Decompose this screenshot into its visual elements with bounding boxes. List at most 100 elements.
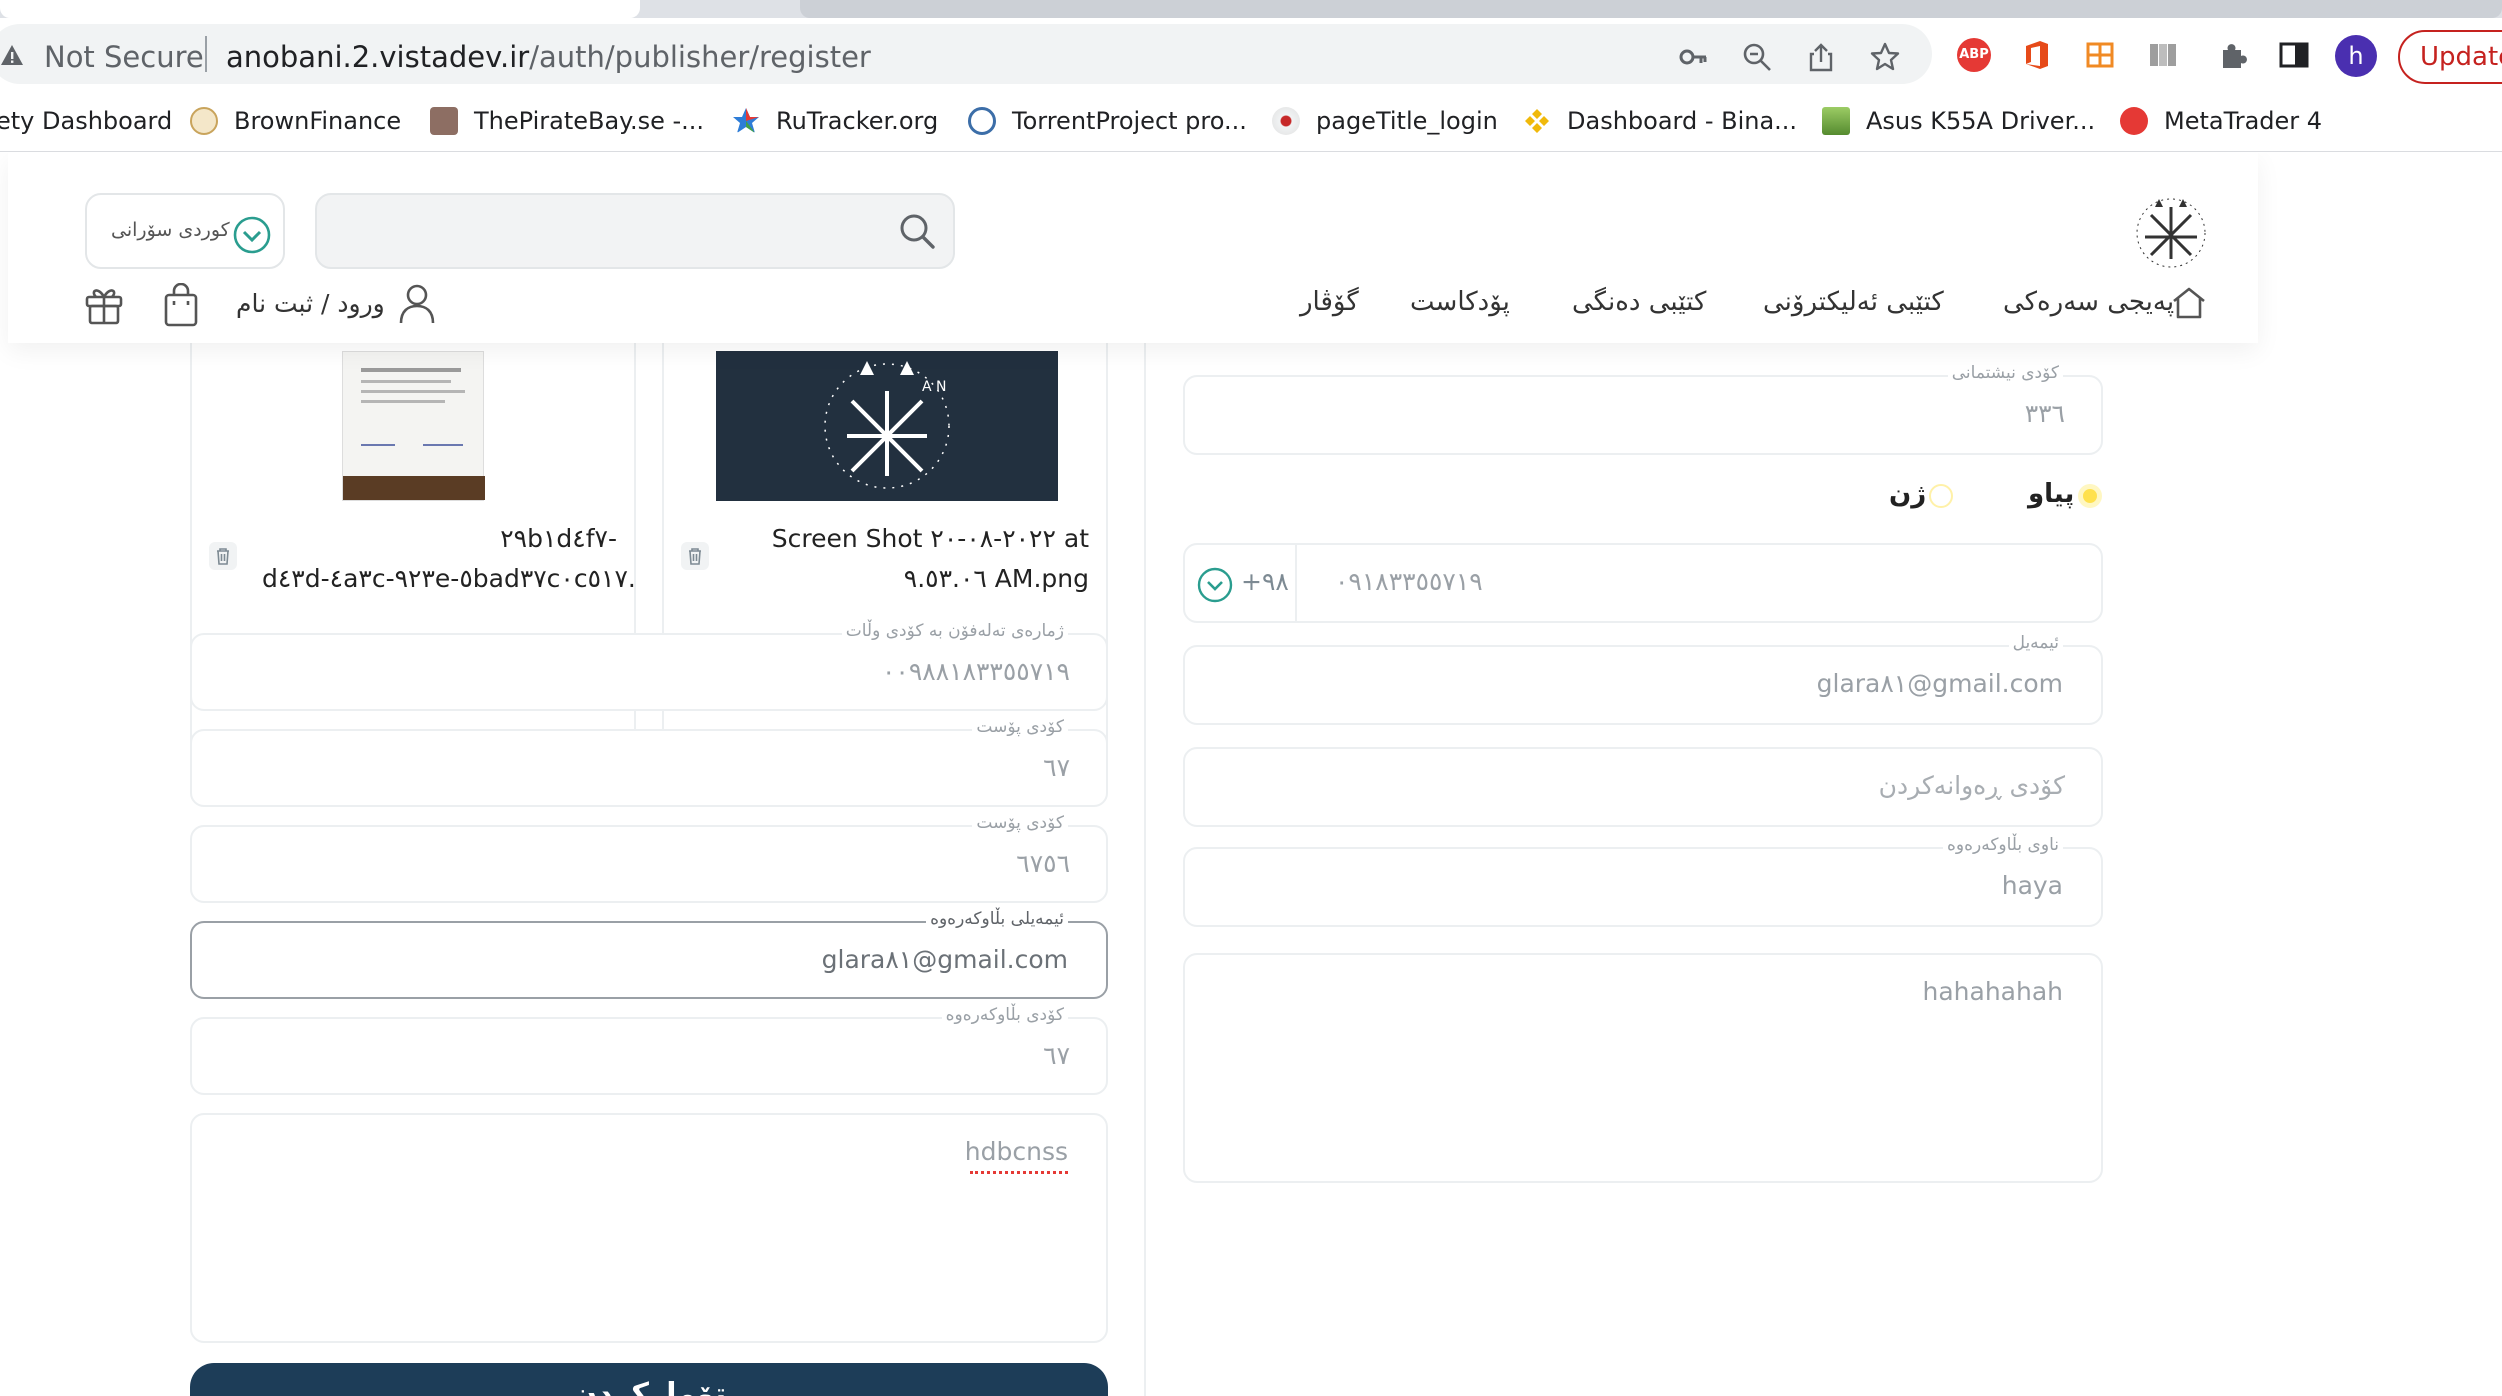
bookmark-item[interactable]: Dashboard - Bina... bbox=[1523, 104, 1797, 138]
spellcheck-underline bbox=[970, 1171, 1068, 1174]
field-value: glara٨١@gmail.com bbox=[1816, 669, 2063, 698]
coin-icon bbox=[190, 107, 218, 135]
publisher-code-field[interactable]: کۆدی بڵاوکەرەوە ٦٧ bbox=[190, 1005, 1108, 1095]
submit-label: تۆمارکردن bbox=[571, 1377, 727, 1396]
bookmark-label: RuTracker.org bbox=[776, 107, 939, 135]
email-field[interactable]: ئیمەیل glara٨١@gmail.com bbox=[1183, 633, 2103, 725]
home-icon[interactable] bbox=[2171, 286, 2207, 320]
address-bar[interactable]: Not Secure anobani.2.vistadev.ir/auth/pu… bbox=[0, 24, 1932, 84]
bookmark-item[interactable]: ety Dashboard bbox=[0, 104, 172, 138]
share-icon[interactable] bbox=[1806, 42, 1836, 72]
language-label: کوردی سۆرانی bbox=[111, 219, 230, 241]
radio-female-label[interactable]: ژن bbox=[1889, 479, 1926, 509]
field-label: ناوی بڵاوکەرەوە bbox=[1942, 835, 2063, 855]
mobile-phone-field[interactable]: ٠٩١٨٣٣٥٥٧١٩ +٩٨ bbox=[1183, 543, 2103, 623]
field-label: ئیمەیلی بڵاوکەرەوە bbox=[926, 909, 1068, 929]
bookmark-item[interactable]: Asus K55A Driver... bbox=[1822, 104, 2095, 138]
site-logo[interactable] bbox=[2131, 193, 2211, 273]
user-icon[interactable] bbox=[398, 283, 436, 325]
file-name: ٢٩b١d٤f٧-d٤٣d-٤a٣c-٩٢٣e-٥bad٣٧c٠c٥١٧.jpe… bbox=[262, 524, 636, 593]
inactive-tabs[interactable] bbox=[800, 0, 2502, 18]
radio-male[interactable] bbox=[2078, 484, 2102, 508]
bookmark-item[interactable]: MetaTrader 4 bbox=[2120, 104, 2322, 138]
office-icon[interactable] bbox=[2020, 38, 2054, 72]
shopping-bag-icon[interactable] bbox=[161, 283, 201, 327]
file-name: Screen Shot ٢٠٢٢-٠٨-٢٠ at ٩.٥٣.٠٦ AM.png bbox=[771, 524, 1089, 593]
bookmark-label: ThePirateBay.se -... bbox=[474, 107, 705, 135]
phone-divider bbox=[1295, 545, 1297, 621]
bookmark-label: TorrentProject pro... bbox=[1012, 107, 1247, 135]
ship-icon bbox=[430, 107, 458, 135]
radio-female[interactable] bbox=[1929, 484, 1953, 508]
page-content: کۆدی نیشتمانی ٣٣٦ پیاو ژن ٠٩١٨٣٣٥٥٧١٩ +٩… bbox=[0, 153, 2502, 1396]
field-label: کۆدی پۆست bbox=[972, 717, 1068, 737]
active-tab[interactable] bbox=[0, 0, 640, 18]
document-preview bbox=[342, 351, 485, 501]
language-select[interactable]: کوردی سۆرانی bbox=[85, 193, 285, 269]
reader-icon[interactable] bbox=[2146, 38, 2180, 72]
bookmark-item[interactable]: RuTracker.org bbox=[732, 104, 938, 138]
field-value: glara٨١@gmail.com bbox=[821, 945, 1068, 974]
nav-ebook[interactable]: کتێبی ئەلیکترۆنی bbox=[1763, 287, 1944, 317]
globe-icon bbox=[1272, 107, 1300, 135]
chevron-down-icon[interactable] bbox=[1197, 567, 1233, 603]
bookmark-item[interactable]: BrownFinance bbox=[190, 104, 401, 138]
tab-strip bbox=[0, 0, 2502, 18]
logo-preview-icon: A N bbox=[824, 361, 950, 489]
referral-code-field[interactable]: کۆدی ڕەوانەکردن bbox=[1183, 747, 2103, 827]
phone-with-country-code-field[interactable]: ژمارەی تەلەفۆن بە کۆدی وڵات ٠٠٩٨٨١٨٣٣٥٥٧… bbox=[190, 621, 1108, 711]
field-value: ٦٧ bbox=[1043, 753, 1070, 782]
field-label: کۆدی پۆست bbox=[972, 813, 1068, 833]
postal-code-field[interactable]: کۆدی پۆست ٦٧ bbox=[190, 717, 1108, 807]
radio-male-label[interactable]: پیاو bbox=[2028, 479, 2074, 509]
nav-home[interactable]: پەیجی سەرەکی bbox=[2003, 287, 2174, 317]
postal-code-secondary-field[interactable]: کۆدی پۆست ٦٧٥٦ bbox=[190, 813, 1108, 903]
image-icon bbox=[1822, 107, 1850, 135]
bookmark-item[interactable]: TorrentProject pro... bbox=[968, 104, 1247, 138]
key-icon[interactable] bbox=[1678, 42, 1708, 72]
trash-icon[interactable] bbox=[208, 541, 238, 571]
submit-button[interactable]: تۆمارکردن bbox=[190, 1363, 1108, 1396]
chevron-down-icon bbox=[233, 216, 271, 254]
field-label: ئیمەیل bbox=[2008, 633, 2063, 653]
url-path: /auth/publisher/register bbox=[529, 40, 871, 74]
grid-extension-icon[interactable] bbox=[2083, 38, 2117, 72]
adblock-icon[interactable]: ABP bbox=[1957, 38, 1991, 72]
trash-icon[interactable] bbox=[680, 541, 710, 571]
bookmark-label: ety Dashboard bbox=[0, 107, 173, 135]
field-placeholder: کۆدی ڕەوانەکردن bbox=[1878, 771, 2065, 800]
url-text[interactable]: anobani.2.vistadev.ir/auth/publisher/reg… bbox=[226, 40, 871, 74]
search-input[interactable] bbox=[315, 193, 955, 269]
publisher-name-field[interactable]: ناوی بڵاوکەرەوە haya bbox=[1183, 835, 2103, 927]
phone-number: ٠٩١٨٣٣٥٥٧١٩ bbox=[1335, 567, 1483, 596]
description-textarea[interactable]: hdbcnss bbox=[190, 1113, 1108, 1343]
publisher-email-field[interactable]: ئیمەیلی بڵاوکەرەوە glara٨١@gmail.com bbox=[190, 909, 1108, 999]
column-divider bbox=[1144, 343, 1146, 1396]
country-code[interactable]: +٩٨ bbox=[1241, 567, 1289, 596]
field-value: hahahahah bbox=[1922, 977, 2063, 1006]
nav-audiobook[interactable]: کتێبی دەنگی bbox=[1572, 287, 1706, 317]
security-status[interactable]: Not Secure bbox=[44, 40, 204, 74]
bookmark-item[interactable]: pageTitle_login bbox=[1272, 104, 1498, 138]
profile-avatar[interactable]: h bbox=[2335, 35, 2377, 77]
bookmark-item[interactable]: ThePirateBay.se -... bbox=[430, 104, 704, 138]
side-panel-icon[interactable] bbox=[2277, 38, 2311, 72]
extensions-icon[interactable] bbox=[2215, 38, 2249, 72]
search-icon[interactable] bbox=[897, 211, 937, 251]
star-icon bbox=[733, 108, 759, 133]
gift-icon[interactable] bbox=[84, 283, 124, 325]
field-value: haya bbox=[2001, 871, 2063, 900]
logo-preview: A N bbox=[716, 351, 1058, 501]
bookmark-star-icon[interactable] bbox=[1870, 42, 1900, 72]
bookmark-label: Asus K55A Driver... bbox=[1866, 107, 2096, 135]
warning-icon[interactable] bbox=[0, 44, 24, 66]
update-button[interactable]: Update bbox=[2398, 30, 2502, 84]
nav-podcast[interactable]: پۆدکاست bbox=[1410, 287, 1510, 317]
national-code-field[interactable]: کۆدی نیشتمانی ٣٣٦ bbox=[1183, 363, 2103, 455]
zoom-icon[interactable] bbox=[1742, 42, 1772, 72]
login-register-link[interactable]: ورود / ثبت نام bbox=[236, 289, 385, 318]
field-label: کۆدی نیشتمانی bbox=[1947, 363, 2063, 383]
nav-magazine[interactable]: گۆڤار bbox=[1300, 287, 1359, 317]
bookmark-label: BrownFinance bbox=[234, 107, 402, 135]
bio-textarea[interactable]: hahahahah bbox=[1183, 953, 2103, 1183]
